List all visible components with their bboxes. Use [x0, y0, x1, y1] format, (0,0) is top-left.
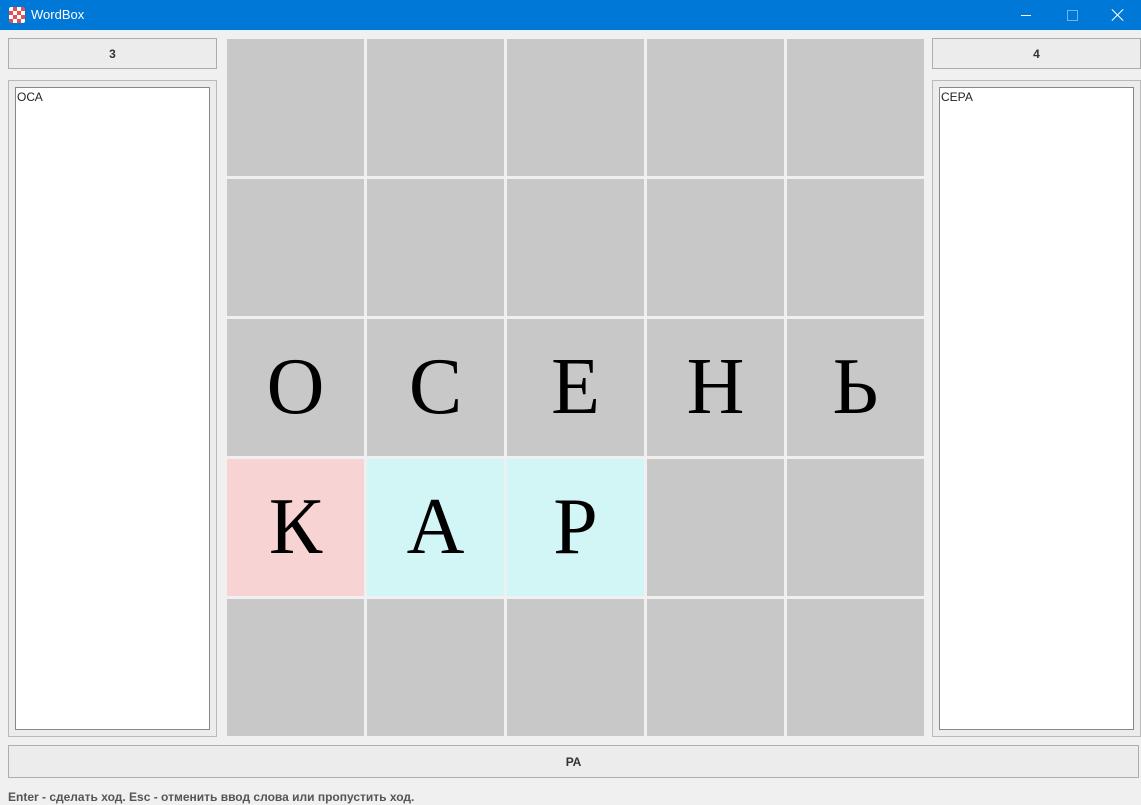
player-left-score-button[interactable]: 3 [8, 38, 217, 69]
board-cell[interactable] [507, 599, 644, 736]
board-cell[interactable] [227, 599, 364, 736]
board-cell[interactable] [787, 39, 924, 176]
close-button[interactable] [1095, 0, 1141, 30]
board-cell[interactable] [647, 459, 784, 596]
game-board: О С Е Н Ь К А Р [225, 37, 925, 738]
close-icon [1112, 9, 1124, 21]
player-right-score-button[interactable]: 4 [932, 38, 1141, 69]
board-cell[interactable] [647, 39, 784, 176]
player-left-words-panel: ОСА [8, 80, 217, 737]
status-hint: Enter - сделать ход. Esc - отменить ввод… [8, 790, 415, 804]
minimize-icon [1021, 14, 1031, 16]
board-cell[interactable]: О [227, 319, 364, 456]
window-title: WordBox [31, 7, 85, 22]
board-cell[interactable] [367, 179, 504, 316]
board-cell[interactable] [787, 179, 924, 316]
player-right-word-list[interactable]: СЕРА [939, 87, 1134, 730]
board-cell[interactable]: Е [507, 319, 644, 456]
minimize-button[interactable] [1003, 0, 1049, 30]
board-cell[interactable]: Н [647, 319, 784, 456]
board-cell-selected[interactable]: А [367, 459, 504, 596]
maximize-button[interactable] [1049, 0, 1095, 30]
board-cell[interactable] [507, 179, 644, 316]
board-cell[interactable] [787, 599, 924, 736]
board-cell[interactable] [227, 179, 364, 316]
board-cell[interactable] [367, 39, 504, 176]
app-icon [9, 7, 25, 23]
player-left-word-list[interactable]: ОСА [15, 87, 210, 730]
title-bar[interactable]: WordBox [0, 0, 1141, 30]
list-item: СЕРА [941, 90, 973, 104]
board-cell[interactable] [507, 39, 644, 176]
board-cell-selected[interactable]: Р [507, 459, 644, 596]
board-cell-new-letter[interactable]: К [227, 459, 364, 596]
board-cell[interactable]: С [367, 319, 504, 456]
board-cell[interactable] [787, 459, 924, 596]
board-cell[interactable] [227, 39, 364, 176]
board-cell[interactable] [647, 179, 784, 316]
list-item: ОСА [17, 90, 43, 104]
maximize-icon [1066, 9, 1078, 21]
board-cell[interactable]: Ь [787, 319, 924, 456]
current-word-button[interactable]: РА [8, 745, 1139, 778]
board-cell[interactable] [647, 599, 784, 736]
player-right-words-panel: СЕРА [932, 80, 1141, 737]
board-cell[interactable] [367, 599, 504, 736]
